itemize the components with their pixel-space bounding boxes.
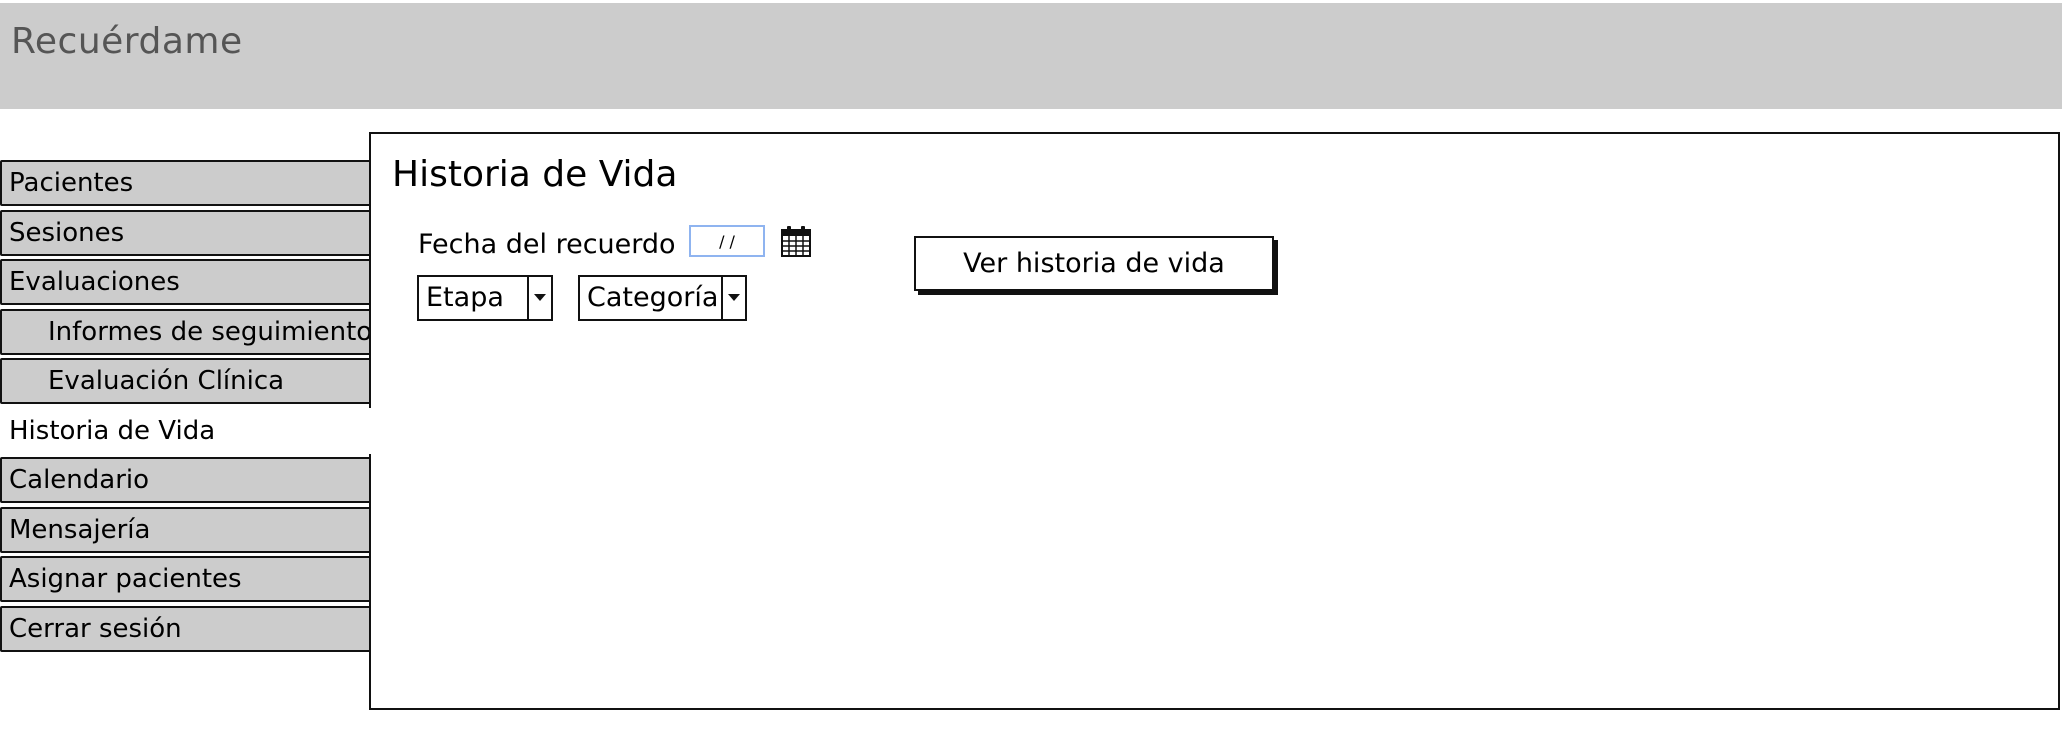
sidebar-item-historia-de-vida[interactable]: Historia de Vida (0, 407, 378, 454)
app-title: Recuérdame (11, 21, 243, 62)
date-input[interactable] (689, 225, 765, 257)
page: Recuérdame Pacientes Sesiones Evaluacion… (0, 0, 2068, 732)
app-header: Recuérdame (0, 3, 2062, 109)
sidebar-item-sesiones[interactable]: Sesiones (0, 209, 372, 256)
calendar-icon[interactable] (780, 224, 812, 258)
sidebar-item-pacientes[interactable]: Pacientes (0, 160, 372, 206)
stage-select[interactable]: Etapa (417, 275, 553, 321)
sidebar-nav: Pacientes Sesiones Evaluaciones Informes… (0, 160, 378, 655)
sidebar-item-mensajeria[interactable]: Mensajería (0, 506, 372, 553)
sidebar-item-evaluaciones[interactable]: Evaluaciones (0, 259, 372, 305)
stage-select-value: Etapa (426, 282, 504, 313)
sidebar-item-evaluacion-clinica[interactable]: Evaluación Clínica (0, 358, 372, 404)
category-select-value: Categoría (587, 282, 719, 313)
view-life-story-button[interactable]: Ver historia de vida (914, 236, 1274, 291)
chevron-down-icon[interactable] (721, 277, 745, 319)
chevron-down-icon[interactable] (527, 277, 551, 319)
sidebar-item-calendario[interactable]: Calendario (0, 457, 372, 503)
date-field-label: Fecha del recuerdo (418, 229, 676, 260)
sidebar-item-cerrar-sesion[interactable]: Cerrar sesión (0, 605, 372, 652)
category-select[interactable]: Categoría (578, 275, 747, 321)
main-panel: Historia de Vida Fecha del recuerdo Etap… (369, 132, 2060, 710)
sidebar-item-informes-de-seguimiento[interactable]: Informes de seguimiento (0, 308, 372, 355)
sidebar-item-asignar-pacientes[interactable]: Asignar pacientes (0, 556, 372, 602)
page-title: Historia de Vida (392, 154, 678, 195)
